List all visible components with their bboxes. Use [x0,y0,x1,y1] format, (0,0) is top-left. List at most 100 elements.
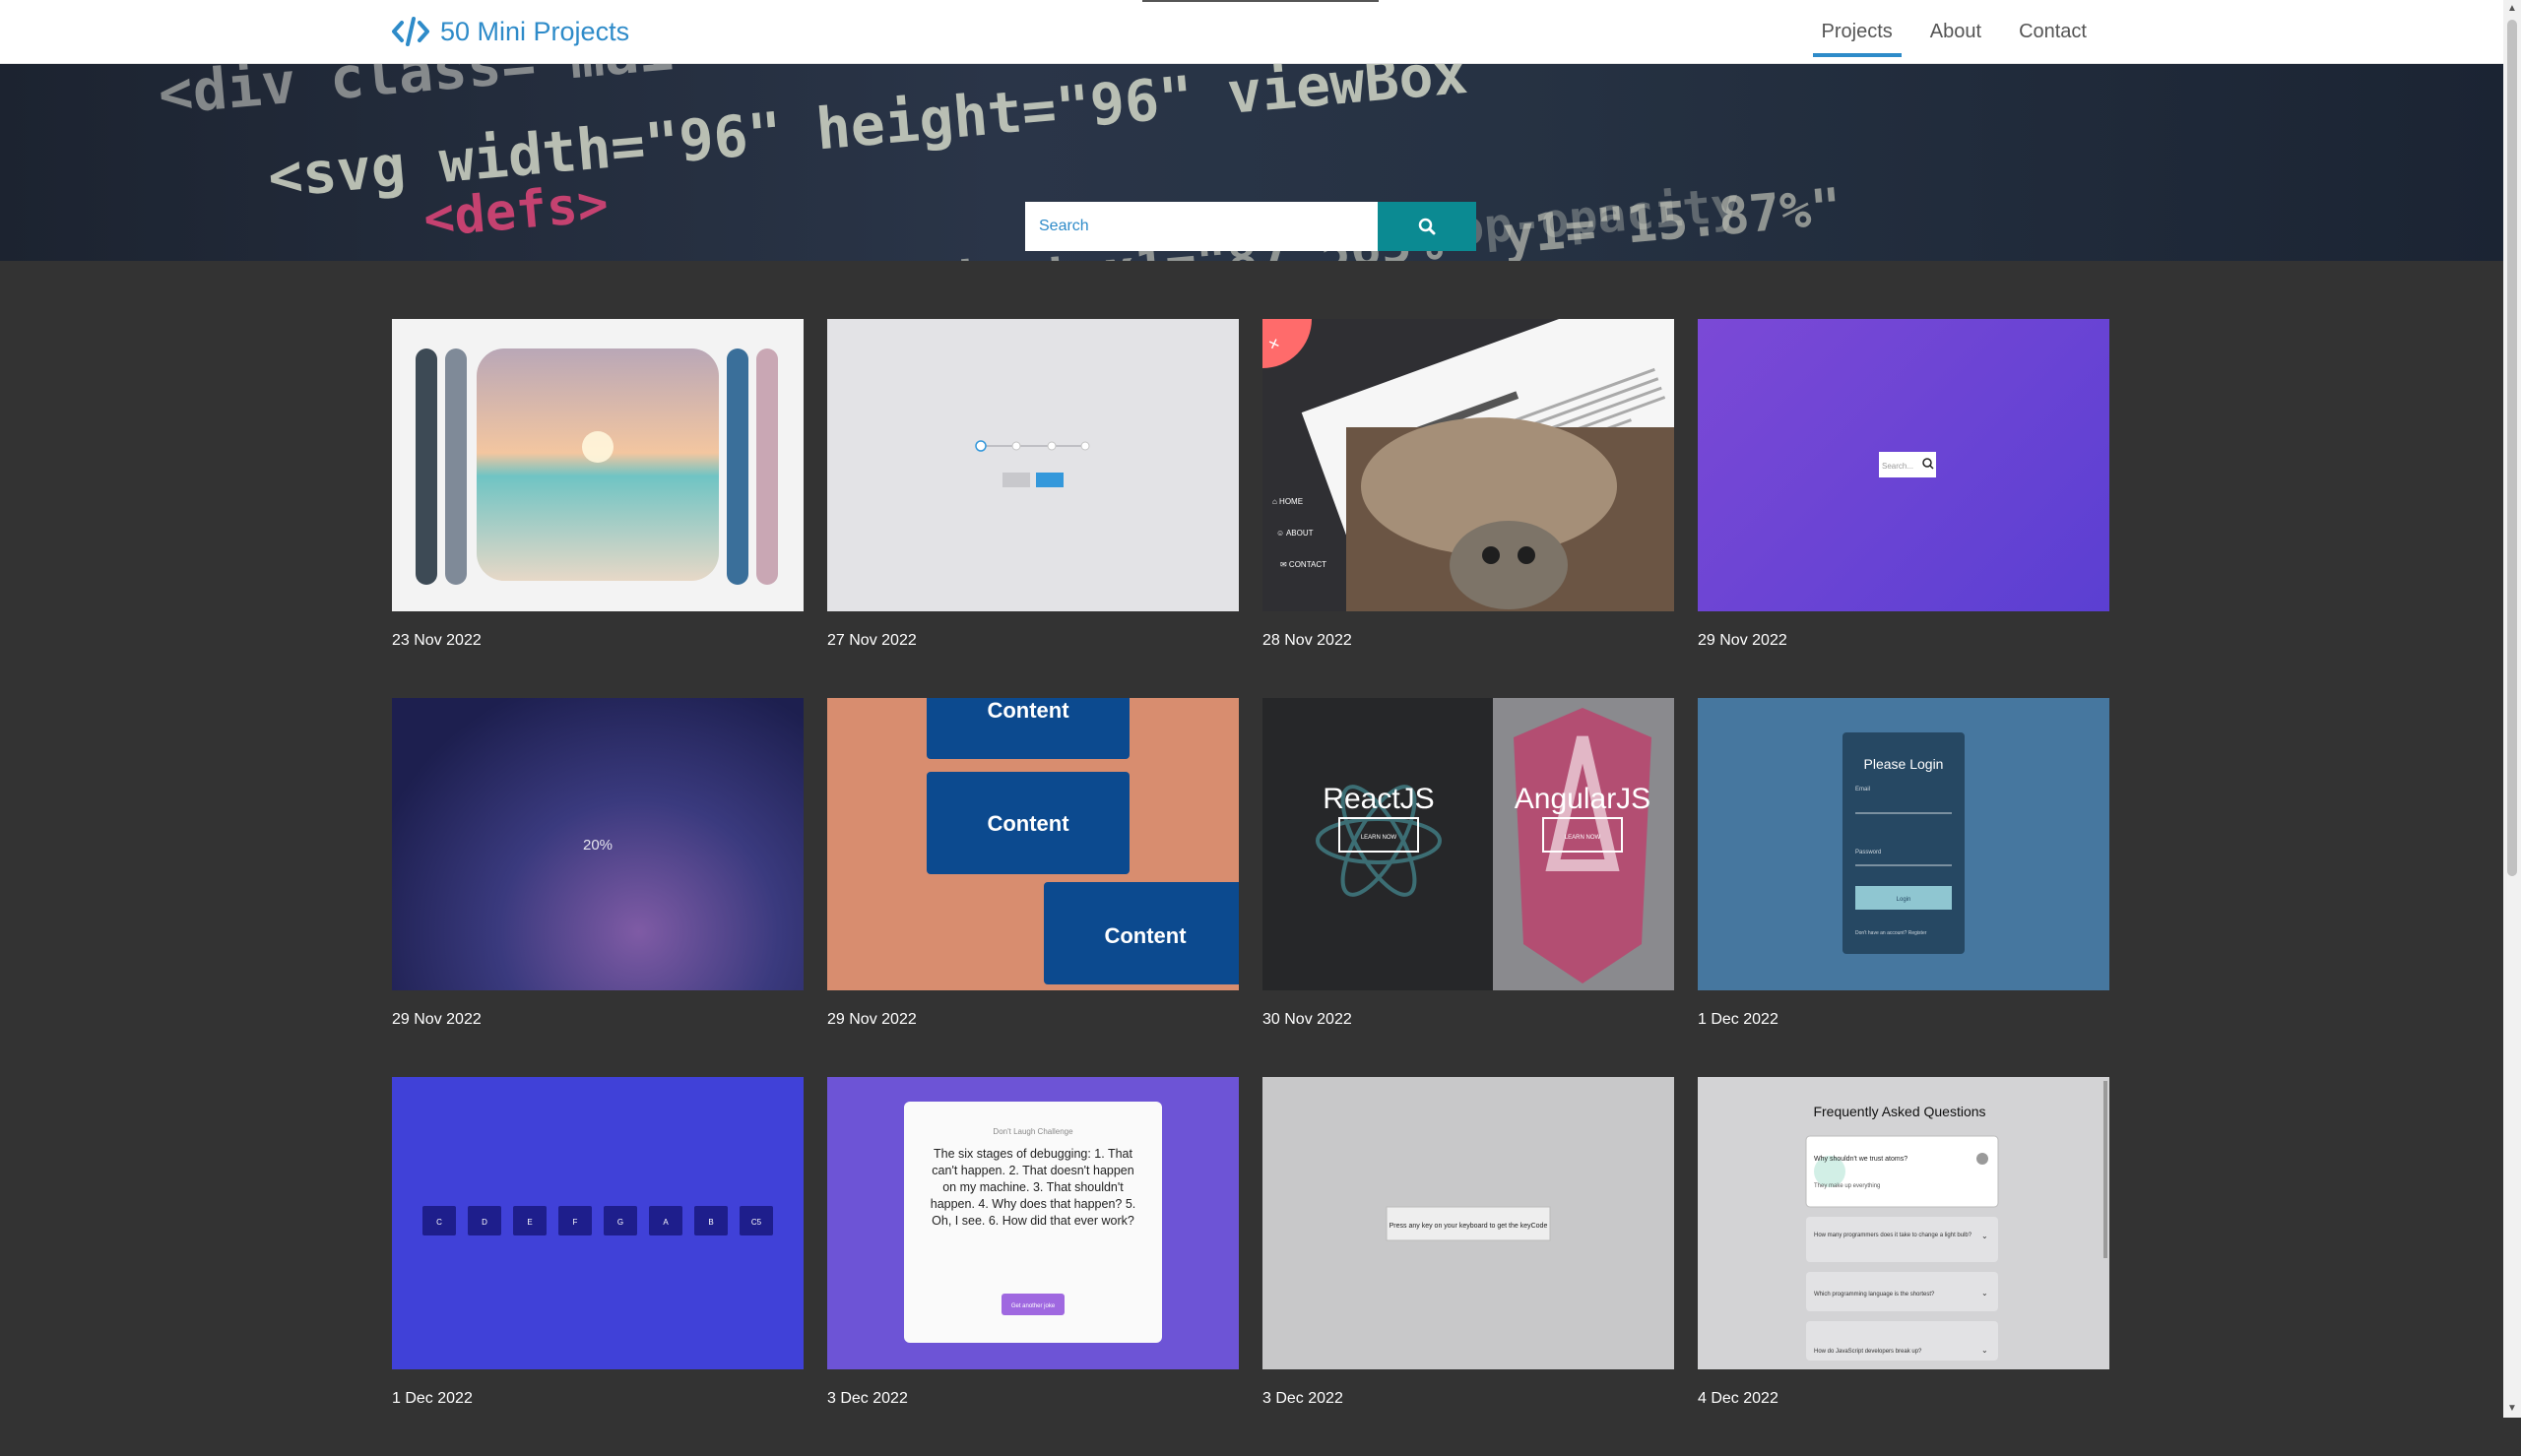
project-card[interactable]: 27 Nov 2022 [827,319,1239,698]
search-input[interactable] [1025,202,1378,251]
project-thumbnail[interactable]: ReactJS LEARN NOW AngularJS LEARN NOW [1262,698,1674,990]
project-date: 29 Nov 2022 [392,1011,482,1028]
project-thumbnail[interactable]: Frequently Asked Questions Why shouldn't… [1698,1077,2109,1369]
project-thumbnail[interactable]: Search... [1698,319,2109,611]
thumb-keycode-prompt: Press any key on your keyboard to get th… [1390,1223,1548,1230]
brand-logo-link[interactable]: 50 Mini Projects [391,14,629,49]
thumb-faq-title: Frequently Asked Questions [1813,1104,1985,1119]
brand-name: 50 Mini Projects [440,16,630,46]
project-card[interactable]: 20% 29 Nov 2022 [392,698,804,1077]
thumb-sound-key-label: C5 [751,1218,762,1227]
project-grid: 23 Nov 2022 27 Nov 2022 ✕ ⌂ HOME ☺ ABOUT… [392,319,2109,1456]
search-icon [1418,218,1436,235]
thumb-register-text: Don't have an account? Register [1855,930,1927,936]
project-date: 28 Nov 2022 [1262,632,1352,649]
thumb-sound-key-label: A [663,1218,669,1227]
code-icon [392,17,429,46]
project-card[interactable]: ✕ ⌂ HOME ☺ ABOUT ✉ CONTACT 28 Nov 2022 [1262,319,1674,698]
thumb-cta: LEARN NOW [1361,835,1397,841]
svg-text:✉ CONTACT: ✉ CONTACT [1280,560,1326,569]
split-landing-preview: ReactJS LEARN NOW AngularJS LEARN NOW [1262,698,1674,990]
thumb-percent: 20% [583,837,613,854]
project-date: 23 Nov 2022 [392,632,482,649]
scroll-down-arrow-icon[interactable]: ▼ [2507,1404,2517,1414]
nav-about[interactable]: About [1911,0,2000,63]
project-thumbnail[interactable]: Don't Laugh Challenge The six stages of … [827,1077,1239,1369]
top-navbar: 50 Mini Projects Projects About Contact [0,0,2503,64]
search-bar [1025,202,1476,251]
project-card[interactable]: Search... 29 Nov 2022 [1698,319,2109,698]
project-card[interactable]: Frequently Asked Questions Why shouldn't… [1698,1077,2109,1456]
project-card[interactable]: Content Content Content 29 Nov 2022 [827,698,1239,1077]
thumb-sound-key-label: E [527,1218,532,1227]
project-thumbnail[interactable]: Content Content Content [827,698,1239,990]
progress-steps-preview [975,440,1090,487]
page-scrollbar[interactable]: ▲ ▼ [2503,0,2521,1418]
project-thumbnail[interactable] [827,319,1239,611]
project-card[interactable]: ReactJS LEARN NOW AngularJS LEARN NOW 30… [1262,698,1674,1077]
thumb-faq-question: How do JavaScript developers break up? [1814,1349,1922,1355]
blurry-loading-preview: 20% [583,837,613,854]
project-thumbnail[interactable] [392,319,804,611]
scroll-up-arrow-icon[interactable]: ▲ [2507,4,2517,14]
thumb-content-box: Content [1104,923,1187,948]
svg-text:⌄: ⌄ [1981,1346,1988,1355]
thumb-faq-question: Why shouldn't we trust atoms? [1814,1156,1907,1163]
thumb-faq-answer: They make up everything [1814,1183,1880,1189]
project-thumbnail[interactable]: Please Login Email Password Login Don't … [1698,698,2109,990]
thumb-joke-title: Don't Laugh Challenge [993,1127,1073,1136]
project-date: 3 Dec 2022 [827,1390,908,1407]
thumb-email-label: Email [1855,787,1870,792]
project-date: 4 Dec 2022 [1698,1390,1778,1407]
thumb-faq-question: Which programming language is the shorte… [1814,1292,1935,1298]
expanding-cards-preview [416,348,778,585]
scroll-animation-preview: Content Content Content [927,698,1239,984]
project-date: 3 Dec 2022 [1262,1390,1343,1407]
nav-contact[interactable]: Contact [2000,0,2105,63]
thumb-right-title: AngularJS [1515,783,1650,815]
thumb-cta: LEARN NOW [1565,835,1601,841]
project-thumbnail[interactable]: 20% [392,698,804,990]
project-thumbnail[interactable]: Press any key on your keyboard to get th… [1262,1077,1674,1369]
hidden-search-preview: Search... [1879,452,1936,477]
project-date: 29 Nov 2022 [827,1011,917,1028]
project-card[interactable]: Don't Laugh Challenge The six stages of … [827,1077,1239,1456]
thumb-sound-key-label: B [708,1218,713,1227]
search-button[interactable] [1378,202,1476,251]
thumb-login-button: Login [1897,897,1911,903]
dad-jokes-preview: Don't Laugh Challenge The six stages of … [904,1102,1162,1343]
thumb-sound-key-label: C [436,1218,442,1227]
hero-banner: <div class="mai <svg width="96" height="… [0,64,2503,261]
faq-collapse-preview: Frequently Asked Questions Why shouldn't… [1805,1081,2107,1361]
thumb-content-box: Content [987,811,1069,836]
project-card[interactable]: C D E F G A B C5 1 Dec 2022 [392,1077,804,1456]
project-date: 27 Nov 2022 [827,632,917,649]
project-date: 30 Nov 2022 [1262,1011,1352,1028]
thumb-joke-button: Get another joke [1011,1303,1056,1309]
event-keycodes-preview: Press any key on your keyboard to get th… [1386,1206,1551,1241]
nav-projects[interactable]: Projects [1803,0,1911,63]
svg-text:⌂ HOME: ⌂ HOME [1272,497,1303,506]
project-thumbnail[interactable]: C D E F G A B C5 [392,1077,804,1369]
rotating-navigation-preview: ✕ ⌂ HOME ☺ ABOUT ✉ CONTACT [1262,319,1674,611]
thumb-login-title: Please Login [1864,756,1944,772]
project-card[interactable]: Please Login Email Password Login Don't … [1698,698,2109,1077]
thumb-content-box: Content [987,698,1069,723]
thumb-sound-key-label: F [573,1218,578,1227]
thumb-left-title: ReactJS [1323,783,1434,815]
sound-board-preview: C D E F G A B C5 [422,1206,773,1235]
svg-text:⌄: ⌄ [1981,1289,1988,1298]
main-nav: Projects About Contact [1803,0,2105,63]
thumb-sound-key-label: D [482,1218,487,1227]
project-date: 29 Nov 2022 [1698,632,1787,649]
form-wave-preview: Please Login Email Password Login Don't … [1842,732,1965,954]
scrollbar-thumb[interactable] [2507,20,2517,876]
thumb-search-text: Search... [1882,462,1913,471]
project-thumbnail[interactable]: ✕ ⌂ HOME ☺ ABOUT ✉ CONTACT [1262,319,1674,611]
thumb-password-label: Password [1855,850,1881,855]
svg-text:⌄: ⌄ [1981,1232,1988,1240]
project-card[interactable]: 23 Nov 2022 [392,319,804,698]
page-load-progress [1142,0,1379,2]
svg-text:☺ ABOUT: ☺ ABOUT [1276,529,1314,538]
project-card[interactable]: Press any key on your keyboard to get th… [1262,1077,1674,1456]
